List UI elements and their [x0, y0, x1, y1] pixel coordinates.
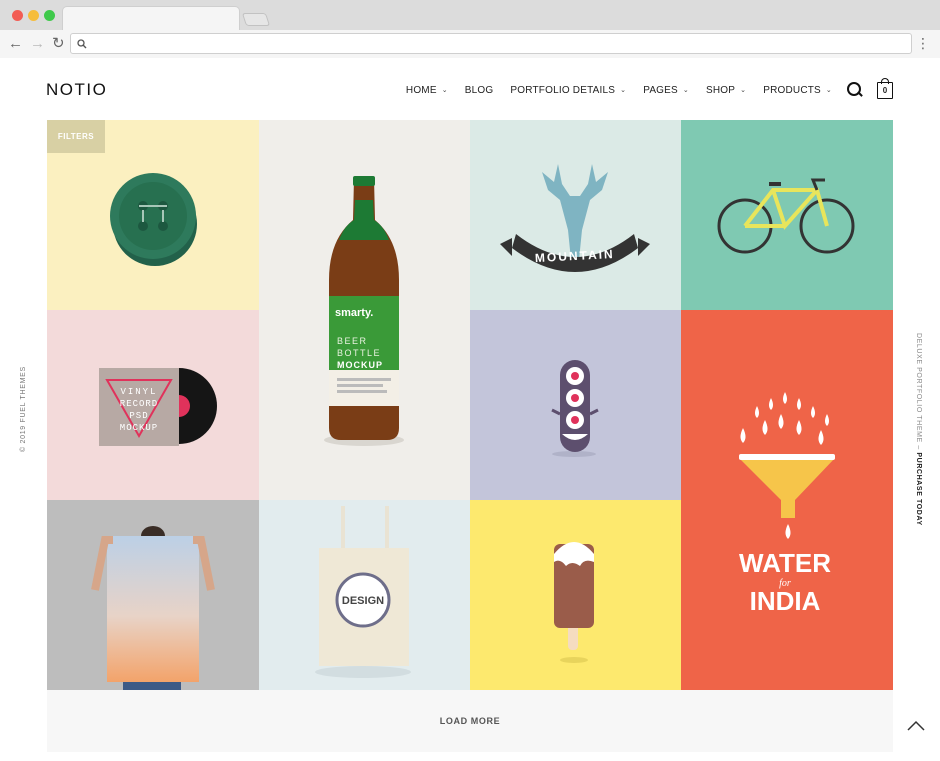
popsicle-image — [554, 542, 594, 663]
portfolio-item-mountain[interactable]: MOUNTAIN — [470, 120, 681, 310]
search-icon[interactable] — [847, 82, 863, 98]
vinyl-text-line: MOCKUP — [120, 423, 158, 433]
purchase-link[interactable]: PURCHASE TODAY — [915, 452, 922, 525]
water-text-line: INDIA — [750, 586, 821, 616]
vinyl-record-image: VINYL RECORD PSD MOCKUP — [99, 368, 217, 446]
nav-item-pages[interactable]: PAGES ⌄ — [643, 85, 689, 96]
nav-label: PAGES — [643, 84, 678, 96]
search-icon — [77, 39, 87, 49]
bottle-label-brand: smarty. — [335, 307, 373, 319]
chevron-down-icon: ⌄ — [740, 87, 747, 94]
bottle-label-line: BOTTLE — [337, 348, 381, 358]
bicycle-image — [717, 178, 855, 254]
portfolio-item-vinyl[interactable]: VINYL RECORD PSD MOCKUP — [47, 310, 259, 500]
vinyl-text-line: RECORD — [120, 399, 158, 409]
portfolio-item-beer-bottle[interactable]: smarty. BEER BOTTLE MOCKUP — [259, 120, 470, 500]
back-arrow-icon[interactable]: ← — [8, 34, 23, 54]
new-tab-button[interactable] — [241, 13, 271, 26]
chevron-down-icon: ⌄ — [682, 87, 689, 94]
reload-icon[interactable]: ↻ — [52, 34, 65, 54]
kebab-menu-icon[interactable]: ⋮ — [916, 34, 930, 52]
maximize-window-button[interactable] — [44, 10, 55, 21]
promo-text: DELUXE PORTFOLIO THEME – PURCHASE TODAY — [915, 333, 922, 526]
nav-label: SHOP — [705, 84, 736, 96]
beer-bottle-image: smarty. BEER BOTTLE MOCKUP — [324, 176, 404, 446]
browser-chrome: ← → ↻ ⋮ — [0, 0, 940, 58]
poster-image — [91, 526, 215, 690]
tote-bag-image: DESIGN — [315, 506, 411, 678]
address-bar[interactable] — [70, 33, 912, 54]
portfolio-item-water-india[interactable]: WATER for INDIA — [681, 310, 893, 690]
chevron-down-icon: ⌄ — [441, 87, 448, 94]
nav-label: HOME — [405, 84, 437, 96]
deer-logo-image: MOUNTAIN — [500, 164, 650, 272]
chevron-up-icon[interactable] — [906, 718, 926, 732]
nav-item-shop[interactable]: SHOP ⌄ — [706, 85, 746, 96]
portfolio-item-popsicle[interactable] — [470, 500, 681, 690]
chevron-down-icon: ⌄ — [825, 87, 832, 94]
chevron-down-icon: ⌄ — [620, 87, 627, 94]
nav-item-portfolio-details[interactable]: PORTFOLIO DETAILS ⌄ — [510, 85, 626, 96]
copyright-text: © 2019 FUEL THEMES — [20, 366, 27, 452]
bottle-label-line: BEER — [337, 336, 368, 346]
filters-button[interactable]: FILTERS — [47, 120, 105, 153]
nav-label: PRODUCTS — [763, 84, 821, 96]
browser-tab[interactable] — [62, 6, 240, 30]
vinyl-text-line: VINYL — [120, 387, 157, 397]
load-more-button[interactable]: LOAD MORE — [47, 690, 893, 752]
portfolio-item-poster[interactable] — [47, 500, 259, 690]
minimize-window-button[interactable] — [28, 10, 39, 21]
close-window-button[interactable] — [12, 10, 23, 21]
nav-item-blog[interactable]: BLOG — [465, 85, 494, 96]
water-funnel-image: WATER for INDIA — [739, 392, 835, 616]
nav-item-products[interactable]: PRODUCTS ⌄ — [763, 85, 832, 96]
nav-label: BLOG — [464, 84, 494, 96]
portfolio-item-monster[interactable] — [470, 310, 681, 500]
portfolio-item-bicycle[interactable] — [681, 120, 893, 310]
main-nav: HOME ⌄ BLOG PORTFOLIO DETAILS ⌄ PAGES ⌄ SHO… — [389, 77, 893, 102]
vinyl-text-line: PSD — [129, 411, 148, 421]
monster-image — [551, 360, 599, 457]
tote-bag-text: DESIGN — [342, 595, 384, 607]
promo-prefix: DELUXE PORTFOLIO THEME – — [915, 333, 922, 453]
portfolio-grid: smarty. BEER BOTTLE MOCKUP MOUNTAIN VINY… — [47, 120, 893, 690]
water-text-line: WATER — [739, 548, 831, 578]
tab-bar — [0, 0, 940, 30]
bottle-label-line: MOCKUP — [337, 360, 383, 370]
nav-label: PORTFOLIO DETAILS — [510, 84, 616, 96]
portfolio-item-tote-bag[interactable]: DESIGN — [259, 500, 470, 690]
nav-item-home[interactable]: HOME ⌄ — [406, 85, 448, 96]
cart-icon[interactable]: 0 — [877, 77, 893, 99]
forward-arrow-icon[interactable]: → — [30, 34, 45, 54]
site-logo[interactable]: NOTIO — [46, 80, 107, 100]
browser-toolbar: ← → ↻ ⋮ — [0, 30, 940, 58]
